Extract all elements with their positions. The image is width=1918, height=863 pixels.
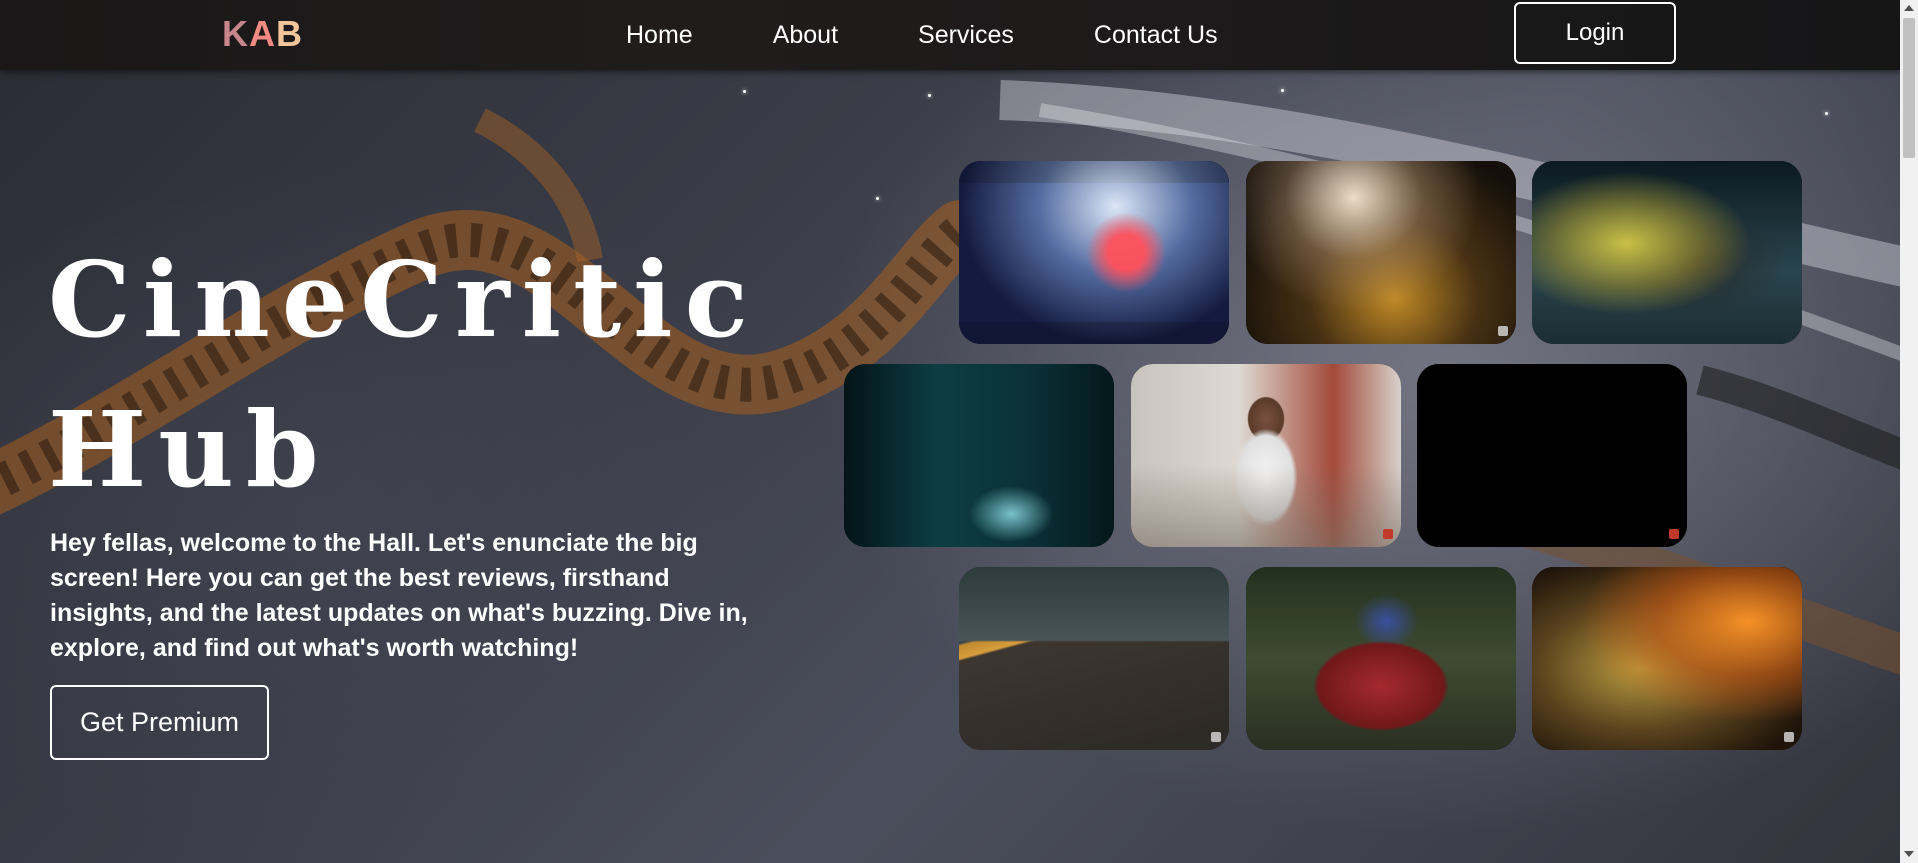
login-button[interactable]: Login bbox=[1514, 2, 1676, 64]
fullscreen-icon[interactable] bbox=[1784, 732, 1794, 742]
video-thumbnail bbox=[844, 364, 1114, 547]
video-thumbnail bbox=[1532, 161, 1802, 344]
youtube-icon[interactable] bbox=[1669, 529, 1679, 539]
scrollbar-thumb[interactable] bbox=[1903, 18, 1915, 158]
trailer-tile[interactable] bbox=[1246, 161, 1516, 344]
fullscreen-icon[interactable] bbox=[1211, 732, 1221, 742]
nav-link-home[interactable]: Home bbox=[626, 21, 693, 50]
brand-logo[interactable]: KAB bbox=[222, 12, 303, 56]
trailer-tile[interactable] bbox=[1532, 161, 1802, 344]
video-thumbnail bbox=[959, 567, 1229, 750]
trailer-tile[interactable] bbox=[844, 364, 1114, 547]
get-premium-button[interactable]: Get Premium bbox=[50, 685, 269, 760]
trailer-tile[interactable] bbox=[1417, 364, 1687, 547]
nav-link-contact-us[interactable]: Contact Us bbox=[1094, 21, 1218, 50]
logo-letter-a: A bbox=[249, 13, 276, 54]
nav-link-services[interactable]: Services bbox=[918, 21, 1014, 50]
trailer-tile[interactable] bbox=[959, 161, 1229, 344]
scroll-up-icon[interactable] bbox=[1904, 5, 1914, 11]
nav-links: Home About Services Contact Us bbox=[626, 0, 1218, 70]
trailer-tile[interactable] bbox=[1532, 567, 1802, 750]
logo-letter-k: K bbox=[222, 13, 249, 54]
nav-link-about[interactable]: About bbox=[773, 21, 838, 50]
video-thumbnail bbox=[959, 161, 1229, 344]
video-thumbnail bbox=[1532, 567, 1802, 750]
page: KAB Home About Services Contact Us Login… bbox=[0, 0, 1918, 863]
video-thumbnail bbox=[1246, 567, 1516, 750]
youtube-icon[interactable] bbox=[1383, 529, 1393, 539]
vertical-scrollbar[interactable] bbox=[1900, 0, 1918, 863]
fullscreen-icon[interactable] bbox=[1498, 326, 1508, 336]
trailer-tile[interactable] bbox=[1131, 364, 1401, 547]
video-thumbnail bbox=[1246, 161, 1516, 344]
scroll-down-icon[interactable] bbox=[1904, 851, 1914, 857]
hero-title: CineCritic Hub bbox=[48, 238, 761, 511]
trailer-tile[interactable] bbox=[959, 567, 1229, 750]
video-thumbnail bbox=[1417, 364, 1687, 547]
top-navbar: KAB Home About Services Contact Us Login bbox=[0, 0, 1900, 70]
video-thumbnail bbox=[1131, 364, 1401, 547]
hero-description: Hey fellas, welcome to the Hall. Let's e… bbox=[50, 529, 748, 662]
trailer-tile[interactable] bbox=[1246, 567, 1516, 750]
logo-letter-b: B bbox=[276, 13, 303, 54]
